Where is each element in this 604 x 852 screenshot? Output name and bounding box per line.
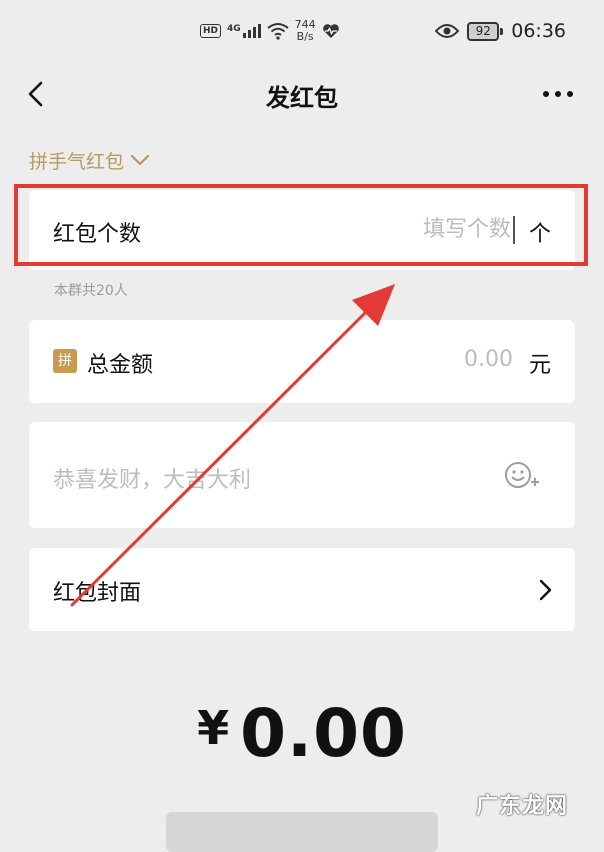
chevron-down-icon [130,154,150,166]
net-speed: 744 B/s [294,18,316,43]
total-amount-input[interactable]: 0.00 [464,347,513,372]
nav-bar: 发红包 [0,64,604,124]
total-value: 0.00 [240,695,407,772]
currency-symbol: ¥ [197,701,231,755]
signal-icon: 4G [227,24,261,38]
packet-type-label: 拼手气红包 [29,150,125,173]
packet-count-unit: 个 [528,222,551,247]
clock: 06:36 [511,20,566,42]
packet-cover-row[interactable]: 红包封面 [29,548,575,631]
battery-icon: 92 [467,21,504,41]
member-count-note: 本群共20人 [54,283,128,299]
total-amount-row[interactable]: 拼 总金额 0.00 元 [29,320,575,403]
status-left: HD 4G 744 B/s [200,16,340,46]
wifi-icon [267,23,289,40]
total-amount-unit: 元 [528,353,551,378]
greeting-row[interactable]: 恭喜发财，大吉大利 [29,422,575,528]
total-amount-display: ¥0.00 [0,695,604,772]
packet-count-input[interactable]: 填写个数 [423,216,515,244]
watermark-text: 广东龙网 [475,794,568,819]
emoji-add-icon[interactable] [503,460,541,490]
submit-button[interactable] [166,812,438,852]
total-amount-label: 总金额 [87,353,154,378]
packet-count-label: 红包个数 [53,222,142,247]
packet-count-row[interactable]: 红包个数 填写个数 个 [29,190,575,270]
network-type: 4G [227,24,241,34]
lucky-badge-icon: 拼 [53,349,77,373]
hd-badge: HD [200,24,222,38]
eye-icon [435,24,460,38]
packet-cover-label: 红包封面 [53,581,142,606]
chevron-right-icon [539,579,552,601]
heart-health-icon [322,24,339,38]
packet-type-selector[interactable]: 拼手气红包 [29,145,150,175]
page-title: 发红包 [266,84,338,112]
status-right: 92 06:36 [435,16,566,46]
more-icon[interactable] [540,82,576,106]
greeting-input[interactable]: 恭喜发财，大吉大利 [53,462,251,494]
status-bar: HD 4G 744 B/s 92 06:36 [0,0,604,64]
